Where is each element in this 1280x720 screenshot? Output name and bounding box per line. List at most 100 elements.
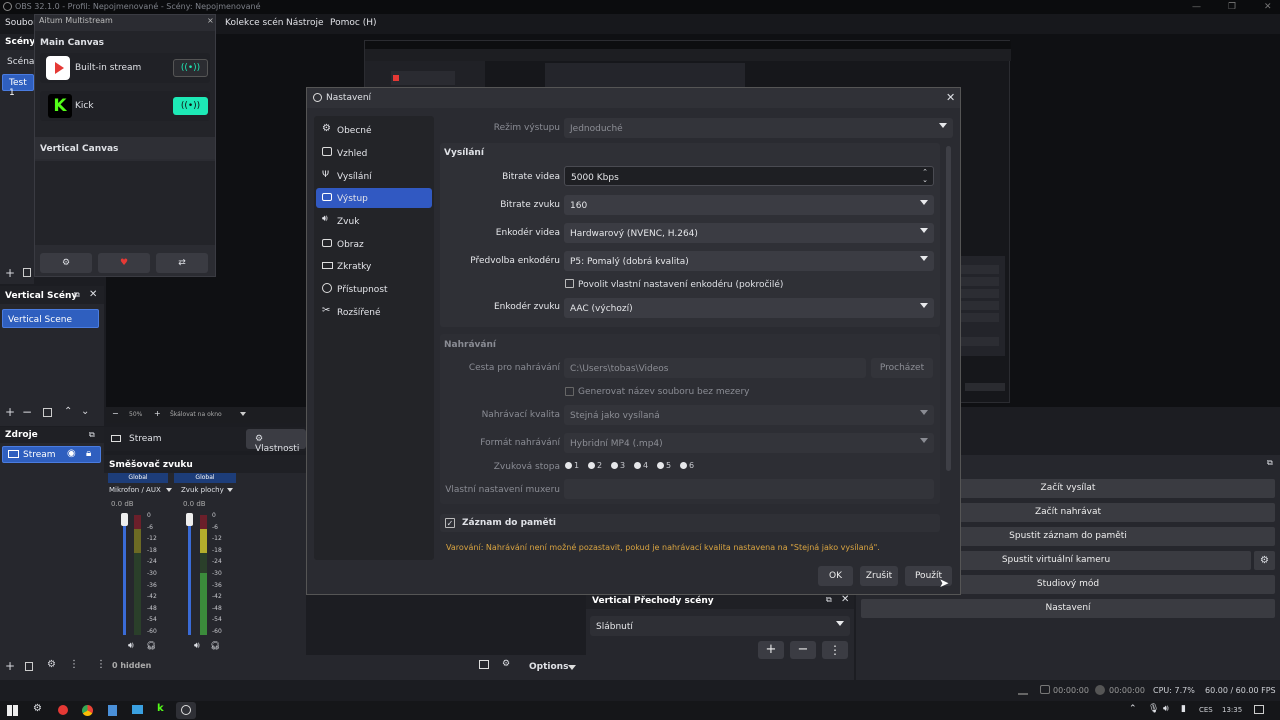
- options-button[interactable]: Options: [522, 658, 580, 676]
- volume-slider-track[interactable]: [123, 515, 126, 635]
- display-app-icon[interactable]: [132, 705, 143, 714]
- dock-float-icon[interactable]: ⧉: [89, 430, 95, 440]
- filter-icon[interactable]: [43, 408, 52, 417]
- source-filters-icon[interactable]: ⋮: [69, 659, 79, 670]
- menu-help[interactable]: Pomoc (H): [330, 18, 377, 28]
- scene-item[interactable]: Scéna: [7, 57, 34, 67]
- browse-button[interactable]: Procházet: [871, 358, 933, 378]
- settings-app-icon[interactable]: ⚙: [33, 703, 42, 714]
- multistream-settings-button[interactable]: ⚙: [40, 253, 92, 273]
- spinner-icon[interactable]: ⌃ ⌄: [922, 168, 928, 184]
- custom-encoder-checkbox[interactable]: [565, 279, 574, 288]
- headphones-icon[interactable]: 🎧︎: [210, 641, 220, 650]
- language-indicator[interactable]: CES: [1199, 706, 1213, 714]
- transition-select[interactable]: Slábnutí: [590, 616, 850, 636]
- zoom-in-icon[interactable]: +: [154, 409, 161, 418]
- dock-float-icon[interactable]: ⧉: [1267, 458, 1273, 468]
- chevron-down-icon[interactable]: [166, 488, 172, 492]
- battery-icon[interactable]: ▮: [1181, 704, 1186, 714]
- source-settings-icon[interactable]: ⚙: [47, 659, 56, 670]
- menu-file[interactable]: Soubor: [5, 18, 37, 28]
- mixer-settings-icon[interactable]: ⚙: [502, 659, 510, 669]
- virtual-camera-settings-icon[interactable]: ⚙: [1254, 551, 1275, 570]
- video-encoder-select[interactable]: Hardwarový (NVENC, H.264): [564, 223, 934, 243]
- broadcast-toggle-button[interactable]: ((•)): [173, 59, 208, 77]
- dock-close-icon[interactable]: ✕: [841, 594, 849, 605]
- mic-icon[interactable]: 🎙︎: [1148, 704, 1159, 714]
- move-down-icon[interactable]: ⌄: [81, 406, 89, 417]
- close-icon[interactable]: ✕: [1264, 2, 1272, 12]
- source-item[interactable]: Stream ◉ 🔒︎: [2, 446, 101, 463]
- nav-accessibility[interactable]: Přístupnost: [316, 279, 432, 299]
- no-space-checkbox[interactable]: [565, 387, 574, 396]
- dock-close-icon[interactable]: ✕: [89, 289, 97, 300]
- chrome-icon[interactable]: [82, 705, 93, 716]
- recording-path-input[interactable]: C:\Users\tobas\Videos: [564, 358, 866, 378]
- meter-tick-label: 0: [147, 512, 151, 519]
- menu-scene-collection[interactable]: Kolekce scén: [225, 18, 283, 28]
- volume-slider-handle[interactable]: [121, 513, 128, 526]
- scrollbar[interactable]: [946, 146, 951, 471]
- dock-float-icon[interactable]: ⧉: [74, 290, 80, 300]
- zoom-out-icon[interactable]: −: [112, 409, 119, 418]
- files-icon[interactable]: [108, 705, 117, 716]
- vertical-scene-item[interactable]: Vertical Scene: [2, 309, 99, 328]
- audio-encoder-select[interactable]: AAC (výchozí): [564, 298, 934, 318]
- properties-button[interactable]: ⚙ Vlastnosti: [246, 429, 306, 454]
- record-app-icon[interactable]: [58, 705, 68, 715]
- recording-format-select[interactable]: Hybridní MP4 (.mp4): [564, 433, 934, 453]
- add-source-icon[interactable]: +: [5, 659, 15, 673]
- remove-transition-button[interactable]: −: [790, 641, 816, 659]
- ok-button[interactable]: OK: [818, 566, 853, 586]
- speaker-icon[interactable]: 🔊︎: [128, 641, 134, 651]
- volume-slider-handle[interactable]: [186, 513, 193, 526]
- channel-name[interactable]: Zvuk plochy: [181, 486, 224, 494]
- audio-bitrate-select[interactable]: 160: [564, 195, 934, 215]
- broadcast-toggle-button-active[interactable]: ((•)): [173, 97, 208, 115]
- chevron-down-icon[interactable]: [227, 488, 233, 492]
- channel-name[interactable]: Mikrofon / AUX: [109, 486, 161, 494]
- cancel-button[interactable]: Zrušit: [860, 566, 898, 586]
- muxer-input[interactable]: [564, 479, 934, 499]
- layout-icon[interactable]: [479, 660, 489, 669]
- video-bitrate-input[interactable]: 5000 Kbps ⌃ ⌄: [564, 166, 934, 186]
- windows-start-icon[interactable]: [7, 705, 18, 716]
- menu-tools[interactable]: Nástroje: [286, 18, 324, 28]
- recording-quality-select[interactable]: Stejná jako vysílaná: [564, 405, 934, 425]
- delete-scene-icon[interactable]: [23, 268, 31, 277]
- clock[interactable]: 13:35: [1222, 706, 1242, 714]
- add-icon[interactable]: +: [5, 405, 15, 419]
- maximize-icon[interactable]: ❐: [1228, 2, 1236, 12]
- obs-taskbar-button[interactable]: [176, 702, 196, 719]
- dialog-close-icon[interactable]: ✕: [946, 91, 955, 104]
- meter-tick-label: -6: [212, 523, 218, 531]
- multistream-link-button[interactable]: ⇄: [156, 253, 208, 273]
- zoom-mode-select[interactable]: Škálovat na okno: [170, 411, 222, 418]
- kick-app-icon[interactable]: k: [157, 703, 164, 714]
- output-mode-select[interactable]: Jednoduché: [564, 118, 953, 138]
- settings-button[interactable]: Nastavení: [861, 599, 1275, 618]
- volume-slider-track[interactable]: [188, 515, 191, 635]
- multistream-donate-button[interactable]: ♥: [98, 253, 150, 273]
- add-scene-icon[interactable]: +: [5, 266, 15, 280]
- volume-icon[interactable]: 🔊︎: [1163, 704, 1169, 714]
- visibility-icon[interactable]: ◉: [67, 448, 76, 459]
- headphones-icon[interactable]: 🎧︎: [146, 641, 156, 650]
- speaker-icon[interactable]: 🔊︎: [194, 641, 200, 651]
- minimize-icon[interactable]: —: [1192, 2, 1201, 12]
- remove-icon[interactable]: −: [22, 405, 32, 419]
- replay-buffer-checkbox[interactable]: ✓: [445, 518, 455, 528]
- chevron-down-icon[interactable]: [240, 412, 246, 416]
- delete-source-icon[interactable]: [25, 662, 33, 671]
- encoder-preset-select[interactable]: P5: Pomalý (dobrá kvalita): [564, 251, 934, 271]
- lock-icon[interactable]: 🔒︎: [86, 448, 91, 459]
- scene-item-selected[interactable]: Test 1: [2, 74, 34, 98]
- multistream-close-icon[interactable]: ×: [207, 16, 214, 25]
- nav-appearance[interactable]: Vzhled: [316, 143, 432, 163]
- move-up-icon[interactable]: ⌃: [64, 406, 72, 417]
- chevron-up-icon[interactable]: ⌃: [1129, 704, 1137, 714]
- dock-float-icon[interactable]: ⧉: [826, 595, 832, 605]
- notifications-icon[interactable]: [1254, 705, 1264, 714]
- transition-properties-button[interactable]: ⋮: [822, 641, 848, 659]
- add-transition-button[interactable]: +: [758, 641, 784, 659]
